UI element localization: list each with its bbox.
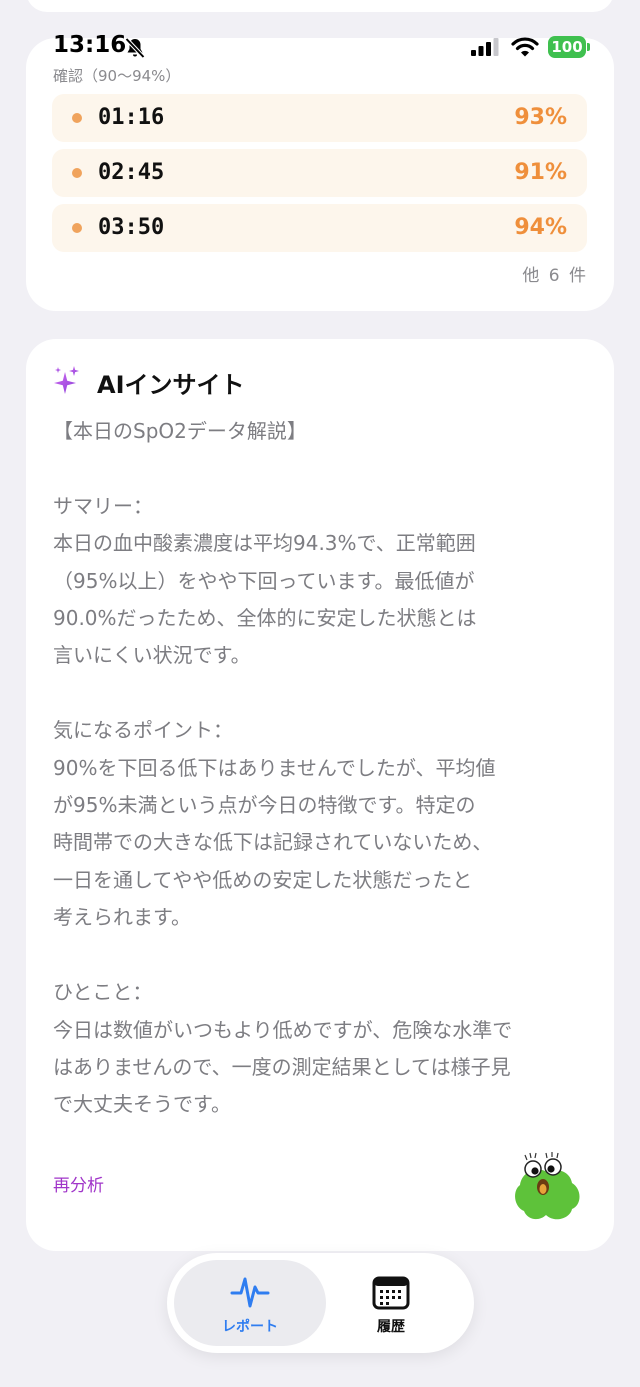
status-dot xyxy=(72,223,82,233)
tab-report-label: レポート xyxy=(222,1319,278,1335)
reading-time: 01:16 xyxy=(98,105,165,130)
calendar-icon xyxy=(372,1276,410,1310)
ai-insight-body: 【本日のSpO2データ解説】 サマリー： 本日の血中酸素濃度は平均94.3%で、… xyxy=(53,419,513,1117)
reading-time: 02:45 xyxy=(98,160,165,185)
previous-card xyxy=(26,0,614,12)
battery-icon: 100 xyxy=(548,36,586,58)
reading-value: 94% xyxy=(514,215,567,240)
ai-insight-card: AIインサイト 【本日のSpO2データ解説】 サマリー： 本日の血中酸素濃度は平… xyxy=(26,339,614,1251)
wifi-icon xyxy=(511,37,539,57)
status-bar: 13:16 100 xyxy=(0,30,640,64)
signal-icon xyxy=(471,38,499,56)
heartbeat-icon xyxy=(230,1277,270,1308)
tab-history[interactable]: 履歴 xyxy=(315,1260,467,1346)
sparkle-icon xyxy=(54,366,79,394)
bell-slash-icon xyxy=(125,37,145,59)
reading-time: 03:50 xyxy=(98,215,165,240)
reading-value: 91% xyxy=(514,160,567,185)
readings-card: 確認（90〜94%） 01:16 93% 02:45 91% 03:50 94%… xyxy=(26,38,614,311)
status-dot xyxy=(72,113,82,123)
tab-report[interactable]: レポート xyxy=(174,1260,326,1346)
status-dot xyxy=(72,168,82,178)
mascot-icon xyxy=(515,1152,580,1220)
reading-value: 93% xyxy=(514,105,567,130)
reanalyze-button[interactable]: 再分析 xyxy=(53,1171,104,1196)
tab-bar: レポート 履歴 xyxy=(167,1253,474,1353)
reading-row[interactable]: 02:45 91% xyxy=(52,149,587,197)
reading-row[interactable]: 03:50 94% xyxy=(52,204,587,252)
tab-history-label: 履歴 xyxy=(377,1319,405,1335)
readings-caption: 確認（90〜94%） xyxy=(53,67,181,85)
battery-tip xyxy=(587,43,590,51)
status-time: 13:16 xyxy=(53,32,127,58)
more-readings-link[interactable]: 他 6 件 xyxy=(522,261,588,286)
reading-row[interactable]: 01:16 93% xyxy=(52,94,587,142)
ai-insight-title: AIインサイト xyxy=(97,371,245,399)
